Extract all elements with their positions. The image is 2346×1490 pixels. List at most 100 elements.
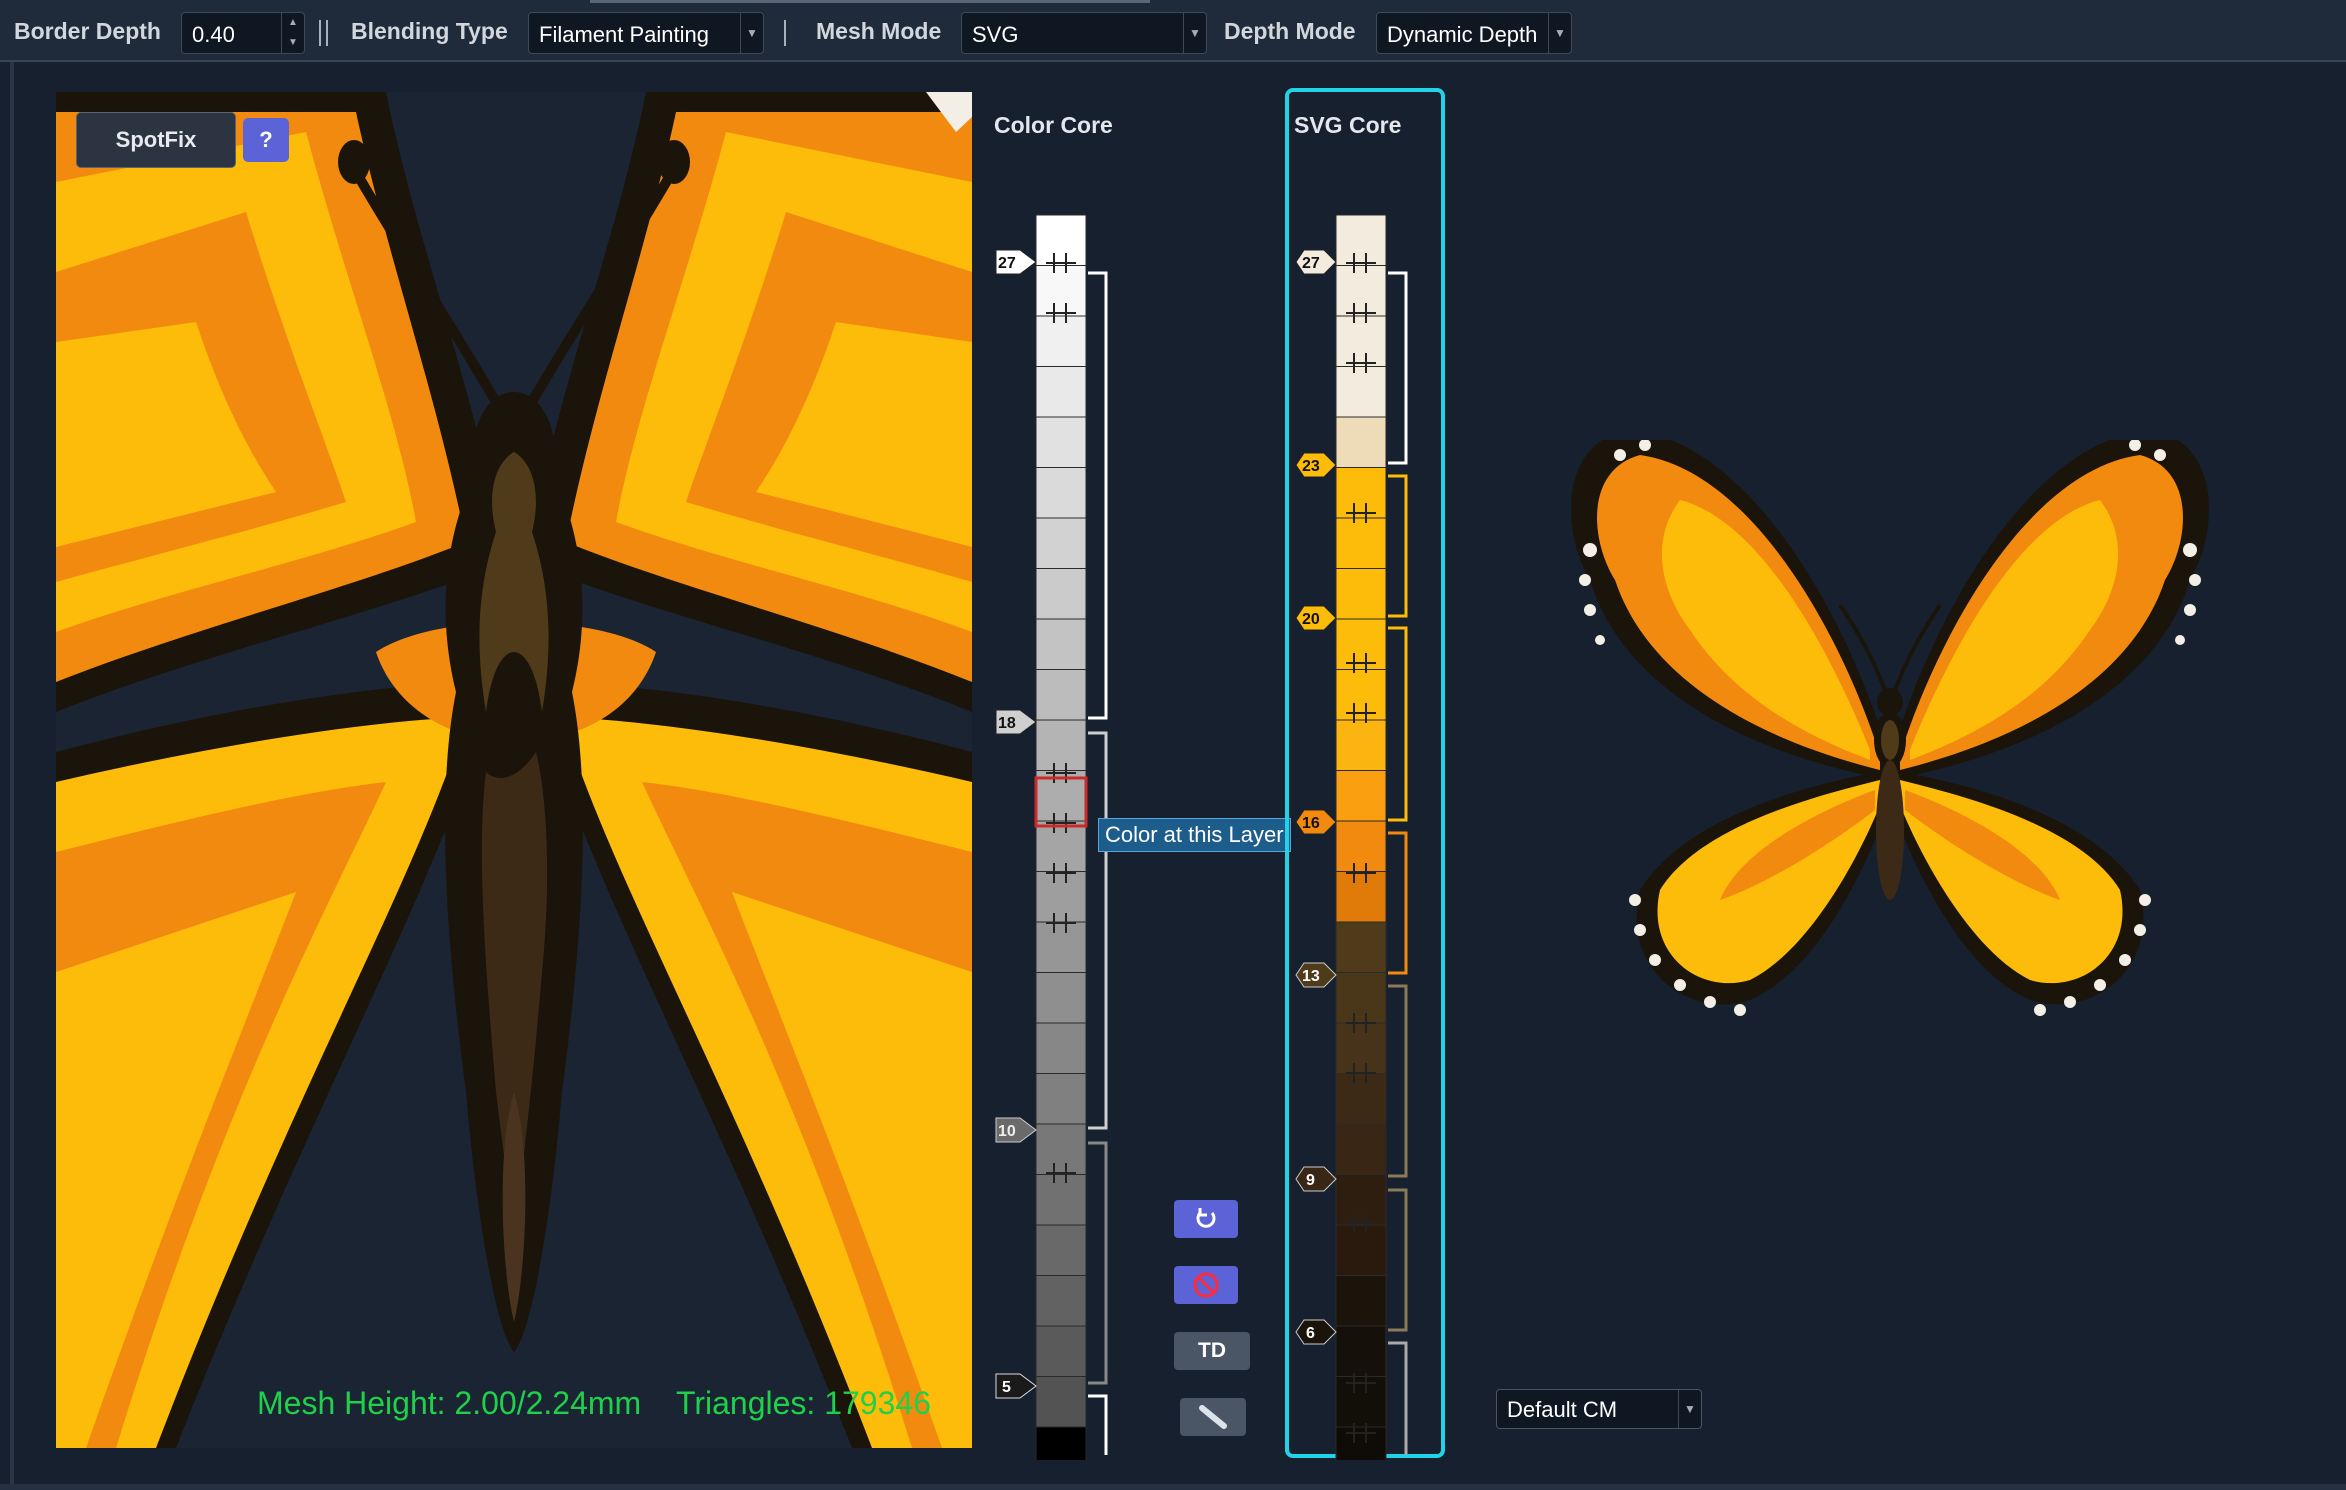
layer-cell[interactable] xyxy=(1035,618,1087,670)
cancel-button[interactable] xyxy=(1174,1266,1238,1304)
svg-core-title: SVG Core xyxy=(1294,112,1402,138)
layer-cell[interactable] xyxy=(1335,770,1387,822)
layer-marker-label: 5 xyxy=(1002,1379,1011,1396)
layer-cell[interactable] xyxy=(1335,1073,1387,1125)
chevron-down-icon[interactable]: ▼ xyxy=(1183,13,1206,53)
layer-cell[interactable] xyxy=(1335,568,1387,620)
blending-type-select[interactable]: Filament Painting ▼ xyxy=(528,12,764,54)
layer-cell[interactable] xyxy=(1335,214,1387,266)
mesh-canvas[interactable] xyxy=(56,92,972,1448)
chevron-down-icon[interactable]: ▼ xyxy=(1548,13,1571,53)
layer-marker[interactable]: 23 xyxy=(1295,452,1337,478)
layer-cell[interactable] xyxy=(1335,517,1387,569)
layer-cell[interactable] xyxy=(1335,618,1387,670)
layer-cell[interactable] xyxy=(1035,568,1087,620)
layer-cell[interactable] xyxy=(1035,1174,1087,1226)
layer-cell[interactable] xyxy=(1035,1325,1087,1377)
ruler-button[interactable] xyxy=(1180,1398,1246,1436)
layer-cell[interactable] xyxy=(1335,265,1387,317)
layer-bracket xyxy=(1388,1341,1408,1455)
colormap-select[interactable]: Default CM ▼ xyxy=(1496,1389,1702,1429)
layer-bracket xyxy=(1388,1188,1408,1332)
layer-marker[interactable]: 6 xyxy=(1295,1319,1337,1345)
help-button[interactable]: ? xyxy=(243,118,289,162)
layer-bracket xyxy=(1088,271,1108,720)
layer-bracket xyxy=(1088,1141,1108,1385)
depth-mode-value: Dynamic Depth xyxy=(1387,22,1538,47)
layer-cell[interactable] xyxy=(1335,366,1387,418)
layer-bracket xyxy=(1088,1394,1108,1455)
layer-cell[interactable] xyxy=(1335,1123,1387,1175)
layer-cell[interactable] xyxy=(1035,467,1087,519)
layer-cell[interactable] xyxy=(1035,517,1087,569)
butterfly-preview xyxy=(1568,428,2212,1018)
layer-cell[interactable] xyxy=(1035,315,1087,367)
layer-cell[interactable] xyxy=(1035,1022,1087,1074)
layer-cell[interactable] xyxy=(1335,871,1387,923)
layer-cell[interactable] xyxy=(1035,820,1087,872)
layer-cell[interactable] xyxy=(1035,1376,1087,1428)
border-depth-label: Border Depth xyxy=(14,18,161,44)
layer-cell[interactable] xyxy=(1035,972,1087,1024)
layer-marker-label: 20 xyxy=(1302,611,1320,628)
layer-cell[interactable] xyxy=(1035,1275,1087,1327)
layer-cell[interactable] xyxy=(1035,265,1087,317)
layer-cell[interactable] xyxy=(1335,1022,1387,1074)
layer-cell[interactable] xyxy=(1335,1376,1387,1428)
cancel-icon xyxy=(1193,1272,1219,1298)
layer-marker-label: 18 xyxy=(998,715,1016,732)
spin-buttons[interactable]: ▲ ▼ xyxy=(281,13,304,53)
layer-marker[interactable]: 27 xyxy=(1295,249,1337,275)
layer-marker[interactable]: 27 xyxy=(995,249,1037,275)
layer-marker-label: 13 xyxy=(1302,968,1320,985)
layer-bracket xyxy=(1388,474,1408,618)
layer-cell[interactable] xyxy=(1035,214,1087,266)
layer-cell[interactable] xyxy=(1335,719,1387,771)
spin-up-icon[interactable]: ▲ xyxy=(282,13,304,33)
layer-marker-label: 27 xyxy=(1302,255,1320,272)
layer-bracket xyxy=(1388,984,1408,1178)
color-core-title: Color Core xyxy=(994,112,1113,138)
td-button[interactable]: TD xyxy=(1174,1332,1250,1370)
mesh-mode-select[interactable]: SVG ▼ xyxy=(961,12,1207,54)
layer-cell[interactable] xyxy=(1035,1224,1087,1276)
layer-cell[interactable] xyxy=(1035,1123,1087,1175)
layer-marker[interactable]: 18 xyxy=(995,709,1037,735)
border-depth-spinbox[interactable]: 0.40 ▲ ▼ xyxy=(181,12,305,54)
layer-cell[interactable] xyxy=(1335,972,1387,1024)
svg-core-strip[interactable]: 27 23 20 16 13 9 6 xyxy=(1290,200,1430,1460)
layer-marker[interactable]: 20 xyxy=(1295,605,1337,631)
reset-button[interactable] xyxy=(1174,1200,1238,1238)
left-edge-bar xyxy=(10,62,14,1487)
layer-cell[interactable] xyxy=(1335,921,1387,973)
chevron-down-icon[interactable]: ▼ xyxy=(1678,1390,1701,1428)
layer-cell[interactable] xyxy=(1035,669,1087,721)
depth-mode-select[interactable]: Dynamic Depth ▼ xyxy=(1376,12,1572,54)
layer-marker-label: 6 xyxy=(1306,1325,1315,1342)
spotfix-button[interactable]: SpotFix xyxy=(76,112,236,168)
layer-cell[interactable] xyxy=(1335,1426,1387,1460)
spin-down-icon[interactable]: ▼ xyxy=(282,33,304,53)
layer-cell[interactable] xyxy=(1035,921,1087,973)
layer-cell[interactable] xyxy=(1335,315,1387,367)
layer-cell[interactable] xyxy=(1335,1325,1387,1377)
layer-cell[interactable] xyxy=(1335,1224,1387,1276)
layer-cell[interactable] xyxy=(1035,1426,1087,1460)
layer-marker[interactable]: 13 xyxy=(1295,962,1337,988)
layer-cell[interactable] xyxy=(1035,1073,1087,1125)
layer-marker[interactable]: 5 xyxy=(995,1373,1037,1399)
layer-cell[interactable] xyxy=(1035,871,1087,923)
layer-marker[interactable]: 9 xyxy=(1295,1166,1337,1192)
layer-marker[interactable]: 16 xyxy=(1295,809,1337,835)
layer-cell[interactable] xyxy=(1335,1275,1387,1327)
layer-cell[interactable] xyxy=(1035,416,1087,468)
layer-cell[interactable] xyxy=(1035,366,1087,418)
preview-image xyxy=(1550,428,2230,1060)
layer-cell[interactable] xyxy=(1335,820,1387,872)
layer-cell[interactable] xyxy=(1035,719,1087,771)
layer-cell[interactable] xyxy=(1335,1174,1387,1226)
layer-cell[interactable] xyxy=(1335,416,1387,468)
layer-cell[interactable] xyxy=(1335,467,1387,519)
chevron-down-icon[interactable]: ▼ xyxy=(740,13,763,53)
layer-marker[interactable]: 10 xyxy=(995,1117,1037,1143)
